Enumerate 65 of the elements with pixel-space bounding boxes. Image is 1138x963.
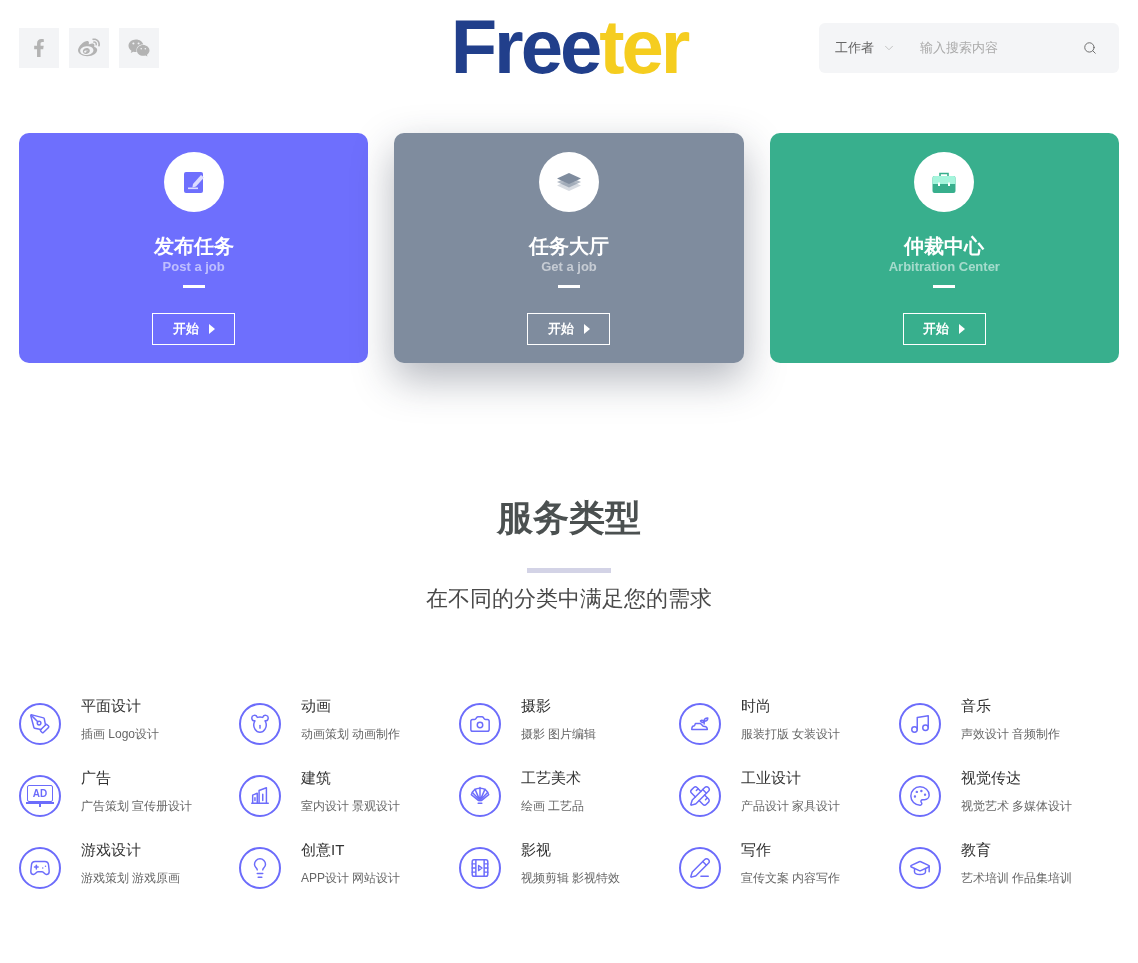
ad-monitor-icon: AD bbox=[19, 775, 61, 817]
category-link[interactable]: 工艺美术 bbox=[521, 768, 585, 788]
category-link[interactable]: 视觉传达 bbox=[961, 768, 1073, 788]
pencil-ruler-icon bbox=[679, 775, 721, 817]
category-tags: 艺术培训 作品集培训 bbox=[961, 870, 1073, 886]
lightbulb-icon bbox=[239, 847, 281, 889]
category-tags: 动画策划 动画制作 bbox=[301, 726, 401, 742]
category-tags: 插画 Logo设计 bbox=[81, 726, 160, 742]
start-button[interactable]: 开始 bbox=[152, 313, 236, 345]
category-link[interactable]: 创意IT bbox=[301, 840, 401, 860]
card-subtitle: Get a job bbox=[541, 259, 597, 275]
category-tags: 绘画 工艺品 bbox=[521, 798, 585, 814]
category-tags: 服装打版 女装设计 bbox=[741, 726, 841, 742]
section-title: 服务类型 bbox=[497, 496, 641, 540]
card-title: 任务大厅 bbox=[529, 234, 609, 259]
folding-fan-icon bbox=[459, 775, 501, 817]
category-link[interactable]: 教育 bbox=[961, 840, 1073, 860]
category-tags: 摄影 图片编辑 bbox=[521, 726, 597, 742]
category-tags: 游戏策划 游戏原画 bbox=[81, 870, 181, 886]
category-tags: 声效设计 音频制作 bbox=[961, 726, 1061, 742]
gamepad-icon bbox=[19, 847, 61, 889]
bear-icon bbox=[239, 703, 281, 745]
category-link[interactable]: 时尚 bbox=[741, 696, 841, 716]
search-icon[interactable] bbox=[1083, 41, 1097, 55]
search-field[interactable]: 输入搜索内容 bbox=[920, 38, 1060, 58]
graduation-cap-icon bbox=[899, 847, 941, 889]
category-tags: 室内设计 景观设计 bbox=[301, 798, 401, 814]
category-link[interactable]: 建筑 bbox=[301, 768, 401, 788]
layers-icon bbox=[539, 152, 599, 212]
palette-icon bbox=[899, 775, 941, 817]
category-link[interactable]: 平面设计 bbox=[81, 696, 160, 716]
category-tags: 视觉艺术 多媒体设计 bbox=[961, 798, 1073, 814]
category-link[interactable]: 影视 bbox=[521, 840, 621, 860]
category-tags: 广告策划 宣传册设计 bbox=[81, 798, 193, 814]
wechat-icon[interactable] bbox=[119, 28, 159, 68]
scope-select[interactable]: 工作者 bbox=[835, 38, 896, 58]
category-link[interactable]: 广告 bbox=[81, 768, 193, 788]
shoe-sprout-icon bbox=[679, 703, 721, 745]
card-title: 发布任务 bbox=[153, 234, 234, 259]
logo[interactable]: Freeter bbox=[450, 9, 688, 85]
category-link[interactable]: 游戏设计 bbox=[81, 840, 181, 860]
card-title: 仲裁中心 bbox=[904, 234, 985, 259]
action-card[interactable]: 发布任务 Post a job 开始 bbox=[19, 133, 369, 363]
camera-icon bbox=[459, 703, 501, 745]
category-tags: 宣传文案 内容写作 bbox=[741, 870, 841, 886]
weibo-icon[interactable] bbox=[69, 28, 109, 68]
card-subtitle: Post a job bbox=[162, 259, 225, 275]
film-play-icon bbox=[459, 847, 501, 889]
category-tags: 视频剪辑 影视特效 bbox=[521, 870, 621, 886]
category-tags: 产品设计 家具设计 bbox=[741, 798, 841, 814]
card-subtitle: Arbitration Center bbox=[888, 259, 1000, 275]
category-link[interactable]: 摄影 bbox=[521, 696, 597, 716]
facebook-icon[interactable] bbox=[19, 28, 59, 68]
category-tags: APP设计 网站设计 bbox=[301, 870, 401, 886]
category-link[interactable]: 动画 bbox=[301, 696, 401, 716]
pen-nib-icon bbox=[19, 703, 61, 745]
section-subtitle: 在不同的分类中满足您的需求 bbox=[426, 585, 712, 613]
caret-right-icon bbox=[208, 324, 215, 334]
category-link[interactable]: 音乐 bbox=[961, 696, 1061, 716]
category-link[interactable]: 写作 bbox=[741, 840, 841, 860]
caret-right-icon bbox=[584, 324, 590, 334]
category-link[interactable]: 工业设计 bbox=[741, 768, 841, 788]
buildings-icon bbox=[239, 775, 281, 817]
music-note-icon bbox=[899, 703, 941, 745]
caret-right-icon bbox=[959, 324, 966, 334]
